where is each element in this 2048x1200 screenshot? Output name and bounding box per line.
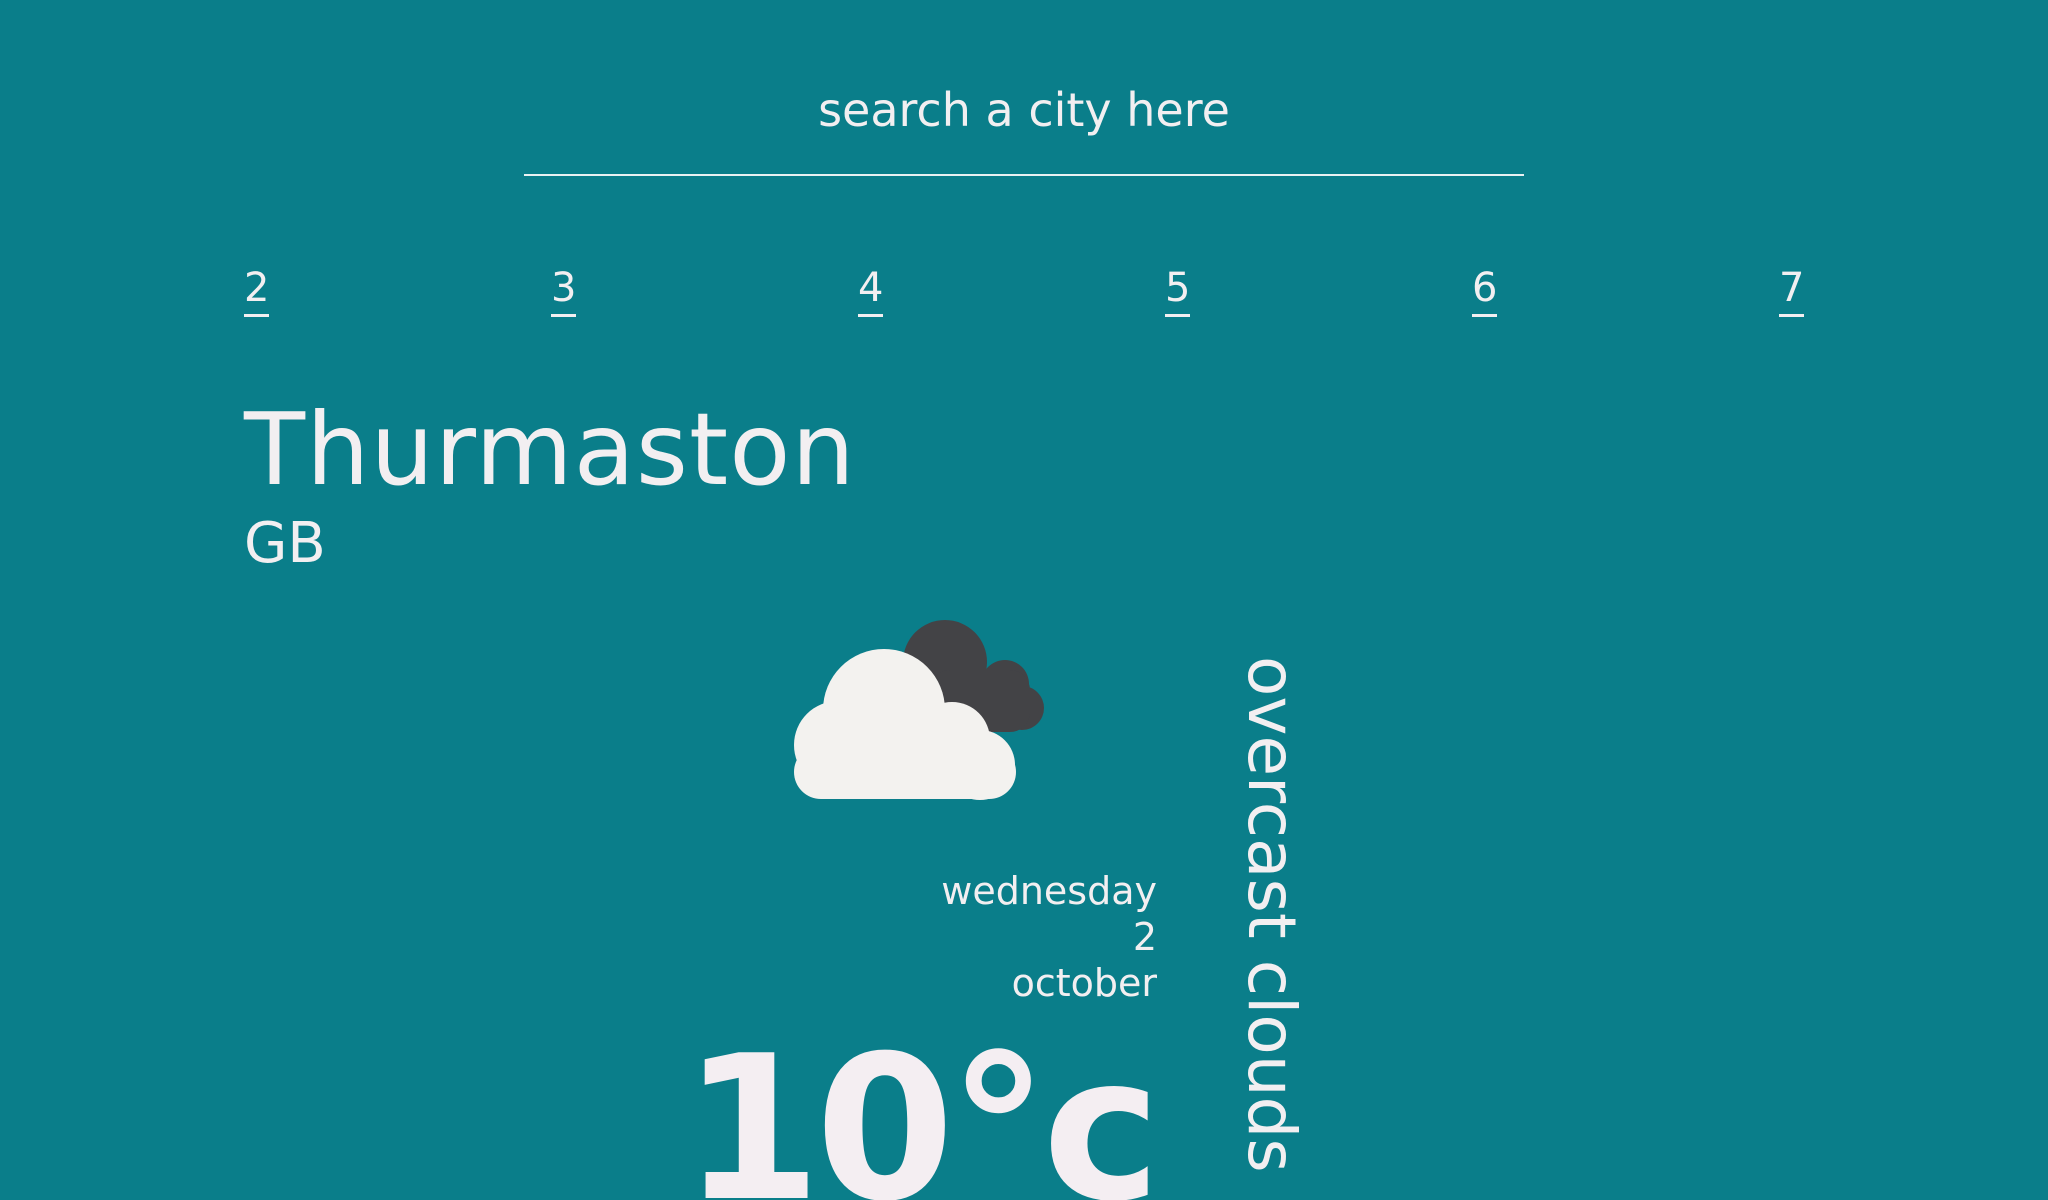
day-tab-label: 5 xyxy=(1165,268,1191,317)
search-input[interactable] xyxy=(524,68,1524,152)
day-tab-3[interactable]: 3 xyxy=(551,268,611,317)
day-tab-label: 3 xyxy=(551,268,577,317)
weather-app: 2 3 4 5 6 7 Thurmaston GB wednesday 2 oc… xyxy=(0,0,2048,1200)
date-weekday: wednesday xyxy=(941,869,1157,913)
day-tab-6[interactable]: 6 xyxy=(1472,268,1532,317)
day-tab-2[interactable]: 2 xyxy=(244,268,304,317)
weather-description: overcast clouds xyxy=(1236,656,1306,1173)
city-name: Thurmaston xyxy=(244,391,856,508)
date: wednesday 2 october xyxy=(900,868,1157,1006)
day-tab-label: 6 xyxy=(1472,268,1498,317)
date-day: 2 xyxy=(1132,915,1157,959)
overcast-cloud-icon xyxy=(780,610,1060,800)
temperature: 10°c xyxy=(682,1013,1161,1200)
day-tab-label: 7 xyxy=(1779,268,1805,317)
weather-description-container: overcast clouds xyxy=(1236,656,1306,1200)
day-tab-label: 2 xyxy=(244,268,270,317)
day-tab-5[interactable]: 5 xyxy=(1165,268,1225,317)
date-month: october xyxy=(1011,961,1157,1005)
day-tab-label: 4 xyxy=(858,268,884,317)
day-tab-4[interactable]: 4 xyxy=(858,268,918,317)
day-tab-7[interactable]: 7 xyxy=(1779,268,1839,317)
search-bar xyxy=(524,64,1524,176)
country-code: GB xyxy=(244,511,326,576)
